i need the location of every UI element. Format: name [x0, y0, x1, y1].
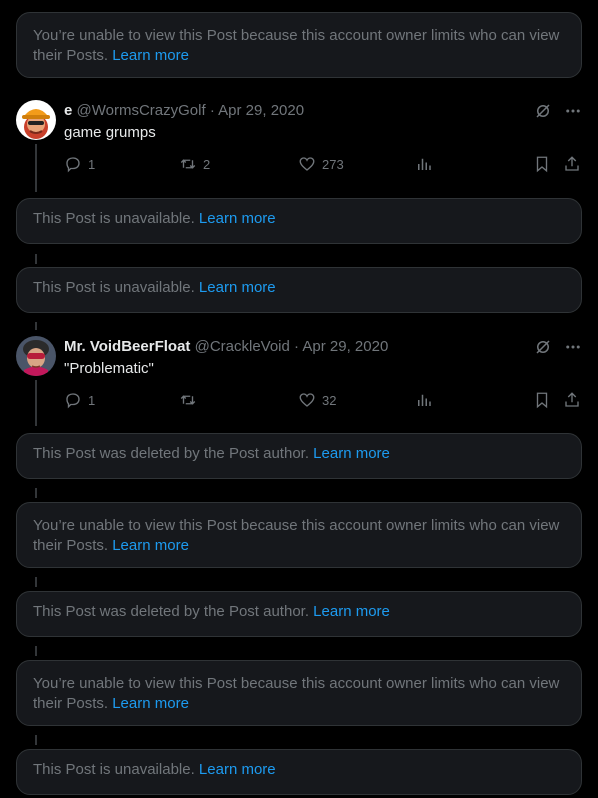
handle[interactable]: @CrackleVoid: [195, 338, 290, 355]
separator-dot: ·: [209, 102, 215, 119]
bookmark-button[interactable]: [533, 391, 551, 409]
learn-more-link[interactable]: Learn more: [199, 210, 276, 227]
more-icon[interactable]: [564, 102, 582, 120]
limited-post-notice: You’re unable to view this Post because …: [16, 502, 582, 568]
retweet-icon: [180, 395, 196, 405]
learn-more-link[interactable]: Learn more: [112, 695, 189, 712]
avatar[interactable]: [16, 336, 56, 376]
bookmark-icon: [536, 156, 548, 173]
tweet-header: e @WormsCrazyGolf · Apr 29, 2020: [64, 101, 304, 121]
grok-icon[interactable]: [534, 102, 552, 120]
deleted-post-notice: This Post was deleted by the Post author…: [16, 433, 582, 479]
tweet-top-icons: [534, 102, 582, 120]
learn-more-link[interactable]: Learn more: [112, 537, 189, 554]
unavailable-post-notice: This Post is unavailable. Learn more: [16, 198, 582, 244]
share-icon: [565, 392, 579, 407]
thread-line: [35, 735, 37, 745]
thread-line: [35, 144, 37, 192]
retweet-icon: [180, 159, 196, 169]
deleted-post-notice: This Post was deleted by the Post author…: [16, 591, 582, 637]
thread-line: [35, 254, 37, 264]
tweet-cracklevoid[interactable]: Mr. VoidBeerFloat @CrackleVoid · Apr 29,…: [0, 328, 598, 428]
display-name[interactable]: e: [64, 102, 72, 119]
limited-post-notice: You’re unable to view this Post because …: [16, 660, 582, 726]
reply-button[interactable]: 1: [64, 155, 95, 173]
reply-count: 1: [88, 392, 96, 408]
grok-icon[interactable]: [534, 338, 552, 356]
heart-icon: [299, 393, 315, 407]
notice-text: This Post is unavailable.: [33, 210, 195, 227]
views-button[interactable]: [415, 155, 433, 173]
like-button[interactable]: 32: [298, 391, 336, 409]
unavailable-post-notice: This Post is unavailable. Learn more: [16, 267, 582, 313]
tweet-top-icons: [534, 338, 582, 356]
bookmark-button[interactable]: [533, 155, 551, 173]
reply-icon: [66, 393, 80, 409]
tweet-text: game grumps: [64, 124, 156, 141]
tweet-text: "Problematic": [64, 360, 154, 377]
tweet-actions: 1 32: [64, 391, 582, 411]
retweet-button[interactable]: 2: [179, 155, 210, 173]
views-icon: [418, 158, 431, 170]
separator-dot: ·: [294, 338, 300, 355]
tweet-header: Mr. VoidBeerFloat @CrackleVoid · Apr 29,…: [64, 337, 388, 357]
limited-post-notice: You’re unable to view this Post because …: [16, 12, 582, 78]
share-button[interactable]: [563, 391, 581, 409]
tweet-wormscrazygolf[interactable]: e @WormsCrazyGolf · Apr 29, 2020 game gr…: [0, 92, 598, 192]
display-name[interactable]: Mr. VoidBeerFloat: [64, 338, 190, 355]
like-count: 32: [322, 392, 337, 408]
like-button[interactable]: 273: [298, 155, 344, 173]
bookmark-icon: [536, 392, 548, 409]
like-count: 273: [322, 156, 344, 172]
learn-more-link[interactable]: Learn more: [313, 603, 390, 620]
learn-more-link[interactable]: Learn more: [199, 279, 276, 296]
thread-line: [35, 646, 37, 656]
share-button[interactable]: [563, 155, 581, 173]
avatar[interactable]: [16, 100, 56, 140]
reply-button[interactable]: 1: [64, 391, 95, 409]
timestamp[interactable]: Apr 29, 2020: [302, 338, 388, 355]
views-button[interactable]: [415, 391, 433, 409]
learn-more-link[interactable]: Learn more: [199, 761, 276, 778]
handle[interactable]: @WormsCrazyGolf: [77, 102, 206, 119]
more-icon[interactable]: [564, 338, 582, 356]
learn-more-link[interactable]: Learn more: [313, 445, 390, 462]
unavailable-post-notice: This Post is unavailable. Learn more: [16, 749, 582, 795]
notice-text: This Post is unavailable.: [33, 761, 195, 778]
tweet-actions: 1 2 273: [64, 155, 582, 175]
share-icon: [565, 156, 579, 171]
heart-icon: [299, 157, 315, 171]
reply-icon: [66, 157, 80, 173]
views-icon: [418, 394, 431, 406]
learn-more-link[interactable]: Learn more: [112, 47, 189, 64]
retweet-count: 2: [203, 156, 211, 172]
thread-line: [35, 577, 37, 587]
reply-count: 1: [88, 156, 96, 172]
timestamp[interactable]: Apr 29, 2020: [218, 102, 304, 119]
retweet-button[interactable]: [179, 391, 203, 409]
notice-text: This Post was deleted by the Post author…: [33, 445, 309, 462]
thread-line: [35, 488, 37, 498]
notice-text: This Post was deleted by the Post author…: [33, 603, 309, 620]
thread-line: [35, 380, 37, 426]
notice-text: This Post is unavailable.: [33, 279, 195, 296]
